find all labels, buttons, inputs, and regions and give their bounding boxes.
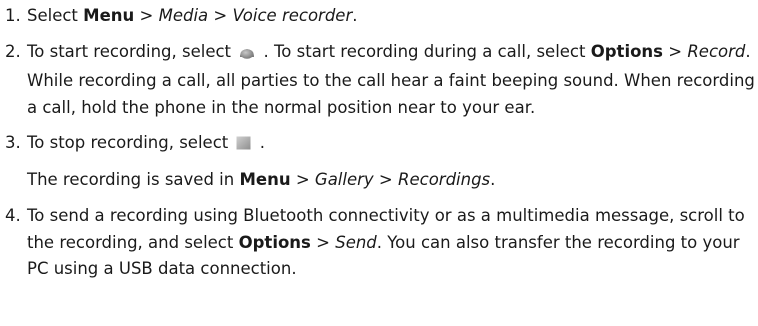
step-text: Select bbox=[27, 6, 84, 25]
step-text: . bbox=[254, 133, 265, 152]
send-label: Send bbox=[335, 232, 377, 252]
note-text: The recording is saved in bbox=[27, 169, 240, 189]
stop-icon bbox=[235, 133, 252, 160]
gallery-label: Gallery bbox=[314, 169, 374, 189]
record-label: Record bbox=[687, 41, 746, 61]
step-text: . bbox=[352, 6, 358, 25]
step-number: 4. bbox=[5, 206, 21, 225]
step-number: 1. bbox=[5, 6, 21, 25]
instruction-steps-list: 1. Select Menu > Media > Voice recorder.… bbox=[0, 0, 758, 283]
separator: > bbox=[134, 6, 159, 25]
separator: > bbox=[373, 169, 398, 189]
step-text: . To start recording during a call, sele… bbox=[258, 41, 591, 61]
record-icon bbox=[238, 42, 256, 69]
separator: > bbox=[290, 169, 315, 189]
voice-recorder-label: Voice recorder bbox=[232, 6, 353, 25]
note-text: . bbox=[490, 169, 496, 189]
menu-label: Menu bbox=[83, 6, 135, 25]
separator: > bbox=[208, 6, 233, 25]
options-label: Options bbox=[590, 41, 664, 61]
step-2: 2. To start recording, select . To start… bbox=[0, 39, 758, 122]
step-1: 1. Select Menu > Media > Voice recorder. bbox=[0, 3, 758, 30]
step-text: To stop recording, select bbox=[27, 133, 234, 152]
step-text: To start recording, select bbox=[27, 41, 237, 61]
separator: > bbox=[663, 41, 688, 61]
media-label: Media bbox=[158, 6, 209, 25]
separator: > bbox=[310, 232, 336, 252]
step-number: 2. bbox=[5, 41, 21, 61]
recordings-label: Recordings bbox=[398, 169, 491, 189]
step-note: The recording is saved in Menu > Gallery… bbox=[27, 167, 756, 194]
menu-label: Menu bbox=[239, 169, 291, 189]
step-number: 3. bbox=[5, 133, 21, 152]
step-4: 4. To send a recording using Bluetooth c… bbox=[0, 203, 758, 283]
options-label: Options bbox=[238, 232, 311, 252]
step-3: 3. To stop recording, select . The recor… bbox=[0, 130, 758, 193]
